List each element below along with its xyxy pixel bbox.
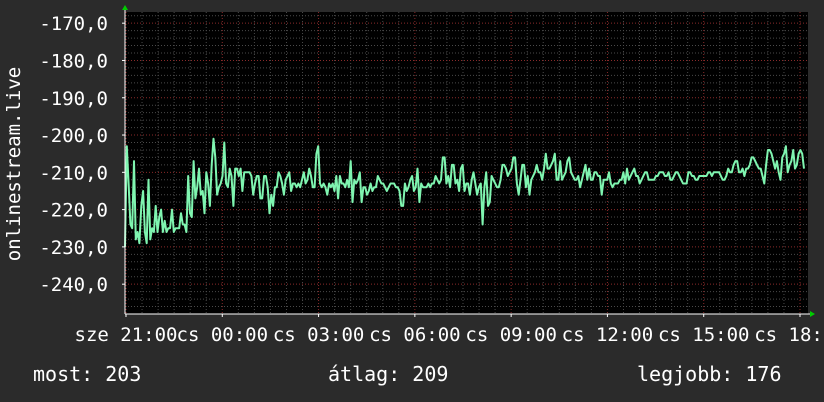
y-tick-label: -240,0 bbox=[39, 274, 108, 296]
x-tick-label: cs 12:00 bbox=[562, 324, 654, 346]
x-tick-label: cs 09:00 bbox=[465, 324, 557, 346]
x-tick-label: cs 00:00 bbox=[177, 324, 269, 346]
stat-current: most: 203 bbox=[33, 362, 142, 386]
y-tick-label: -190,0 bbox=[39, 88, 108, 110]
stats-bar: most: 203 átlag: 209 legjobb: 176 bbox=[0, 362, 824, 392]
x-tick-label: cs 18:00 bbox=[754, 324, 824, 346]
x-tick-label: sze 21:00 bbox=[75, 324, 178, 346]
y-axis-label: onlinestream.live bbox=[3, 67, 25, 261]
stat-average: átlag: 209 bbox=[328, 362, 449, 386]
x-tick-label: cs 06:00 bbox=[369, 324, 461, 346]
x-ticks: sze 21:00 cs 00:00 cs 03:00 cs 06:00 cs 09:0… bbox=[75, 324, 824, 346]
x-axis-arrow-icon bbox=[810, 311, 815, 317]
x-tick-label: cs 15:00 bbox=[658, 324, 750, 346]
stat-best: legjobb: 176 bbox=[637, 362, 782, 386]
plot-area bbox=[125, 12, 808, 314]
y-tick-label: -210,0 bbox=[39, 162, 108, 184]
y-tick-label: -180,0 bbox=[39, 50, 108, 72]
x-tick-label: cs 03:00 bbox=[273, 324, 365, 346]
y-axis-arrow-icon bbox=[122, 5, 128, 10]
y-tick-label: -230,0 bbox=[39, 237, 108, 259]
grid-minor bbox=[125, 12, 808, 315]
chart: -170,0 -180,0 -190,0 -200,0 -210,0 -220,0 -230… bbox=[3, 5, 824, 346]
y-tick-label: -170,0 bbox=[39, 13, 108, 35]
y-tick-label: -200,0 bbox=[39, 125, 108, 147]
y-tick-label: -220,0 bbox=[39, 200, 108, 222]
y-ticks: -170,0 -180,0 -190,0 -200,0 -210,0 -220,0 -230… bbox=[39, 13, 108, 296]
